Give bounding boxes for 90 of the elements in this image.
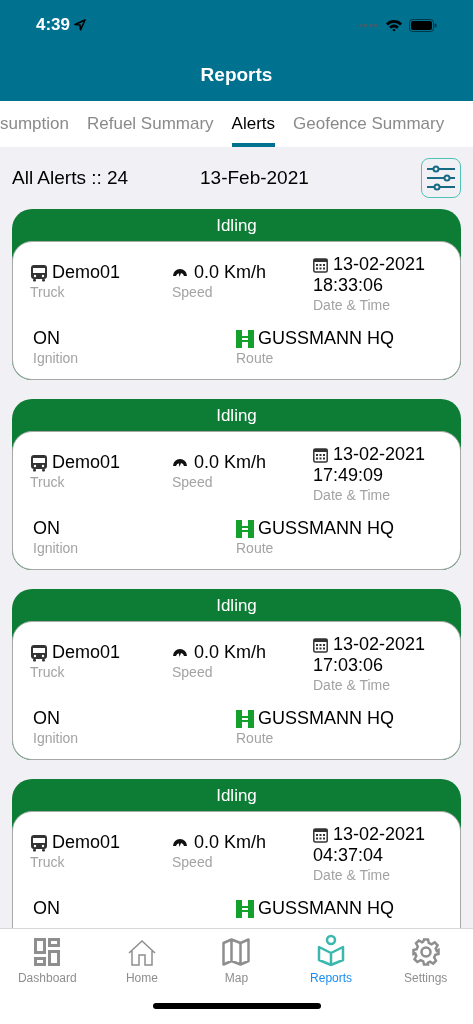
field-label: Route [236, 349, 275, 367]
tab-bar-item[interactable]: Reports [283, 929, 379, 987]
tab-bar-item[interactable]: Map [189, 929, 284, 987]
alert-card[interactable]: Idling Demo01 Truck 0.0 Km/h Speed 13-02-2021 18:33:06 Date & Time ON Ignition GUSSMANN HQ Route [12, 209, 461, 380]
vehicle-name: Demo01 [52, 642, 121, 663]
route-name: GUSSMANN HQ [258, 898, 394, 919]
speedometer-icon [172, 647, 188, 658]
sliders-icon [426, 164, 456, 192]
alert-type: Idling [216, 785, 257, 808]
report-tab[interactable]: sumption [0, 101, 69, 147]
field-label: Speed [172, 283, 214, 301]
tab-bar-item[interactable]: Dashboard [0, 929, 95, 987]
field-label: Truck [30, 473, 66, 491]
ignition-value: ON [33, 708, 61, 729]
signal-icon [359, 22, 379, 28]
alert-card[interactable]: Idling Demo01 Truck 0.0 Km/h Speed 13-02-2021 17:49:09 Date & Time ON Ignition GUSSMANN HQ Route [12, 399, 461, 570]
report-date: 13-Feb-2021 [200, 165, 310, 190]
route-sign-icon [236, 899, 254, 918]
calendar-icon [313, 256, 328, 273]
bus-icon [30, 833, 48, 852]
vehicle-name: Demo01 [52, 262, 121, 283]
speed-value: 0.0 Km/h [194, 642, 267, 663]
route-sign-icon [236, 329, 254, 348]
status-time: 4:39 [36, 14, 71, 37]
settings-icon [411, 938, 440, 966]
field-label: Route [236, 729, 275, 747]
field-label: Route [236, 539, 275, 557]
route-sign-icon [236, 519, 254, 538]
field-label: Truck [30, 283, 66, 301]
bus-icon [30, 643, 48, 662]
alert-time: 17:03:06 [313, 655, 385, 676]
alerts-count: All Alerts :: 24 [12, 165, 130, 190]
speedometer-icon [172, 267, 188, 278]
ignition-value: ON [33, 518, 61, 539]
vehicle-name: Demo01 [52, 452, 121, 473]
calendar-icon [313, 826, 328, 843]
route-name: GUSSMANN HQ [258, 518, 394, 539]
alert-type: Idling [216, 215, 257, 238]
alert-time: 18:33:06 [313, 275, 385, 296]
field-label: Date & Time [313, 676, 392, 694]
alert-card[interactable]: Idling Demo01 Truck 0.0 Km/h Speed 13-02-2021 04:37:04 Date & Time ON GUSSMANN HQ [12, 779, 461, 928]
field-label: Speed [172, 663, 214, 681]
report-tab[interactable]: Alerts [231, 101, 276, 147]
field-label: Speed [172, 853, 214, 871]
open-book-icon [317, 934, 346, 966]
speedometer-icon [172, 837, 188, 848]
alert-time: 17:49:09 [313, 465, 385, 486]
speedometer-icon [172, 457, 188, 468]
page-title: Reports [200, 63, 273, 88]
location-arrow-icon [74, 19, 87, 31]
filter-button[interactable] [421, 158, 461, 198]
alert-date: 13-02-2021 [333, 444, 426, 465]
report-tab[interactable]: Refuel Summary [87, 101, 214, 147]
bus-icon [30, 453, 48, 472]
ignition-value: ON [33, 898, 61, 919]
route-sign-icon [236, 709, 254, 728]
report-tab[interactable]: Geofence Summary [293, 101, 445, 147]
dashboard-icon [34, 938, 61, 966]
field-label: Ignition [33, 729, 80, 747]
route-name: GUSSMANN HQ [258, 328, 394, 349]
alert-date: 13-02-2021 [333, 824, 426, 845]
calendar-icon [313, 446, 328, 463]
route-name: GUSSMANN HQ [258, 708, 394, 729]
tab-bar-item[interactable]: Settings [378, 929, 473, 987]
ignition-value: ON [33, 328, 61, 349]
calendar-icon [313, 636, 328, 653]
alert-date: 13-02-2021 [333, 254, 426, 275]
speed-value: 0.0 Km/h [194, 452, 267, 473]
alert-time: 04:37:04 [313, 845, 385, 866]
field-label: Date & Time [313, 296, 392, 314]
field-label: Ignition [33, 539, 80, 557]
alert-type: Idling [216, 595, 257, 618]
bus-icon [30, 263, 48, 282]
field-label: Ignition [33, 349, 80, 367]
field-label: Date & Time [313, 486, 392, 504]
wifi-icon [385, 18, 403, 32]
field-label: Date & Time [313, 866, 392, 884]
speed-value: 0.0 Km/h [194, 832, 267, 853]
alert-card[interactable]: Idling Demo01 Truck 0.0 Km/h Speed 13-02-2021 17:03:06 Date & Time ON Ignition GUSSMANN HQ Route [12, 589, 461, 760]
speed-value: 0.0 Km/h [194, 262, 267, 283]
field-label: Speed [172, 473, 214, 491]
home-icon [127, 940, 156, 966]
field-label: Truck [30, 663, 66, 681]
map-icon [222, 938, 251, 966]
field-label: Truck [30, 853, 66, 871]
battery-icon [409, 18, 437, 32]
tab-bar-item[interactable]: Home [94, 929, 190, 987]
alert-type: Idling [216, 405, 257, 428]
vehicle-name: Demo01 [52, 832, 121, 853]
alert-date: 13-02-2021 [333, 634, 426, 655]
